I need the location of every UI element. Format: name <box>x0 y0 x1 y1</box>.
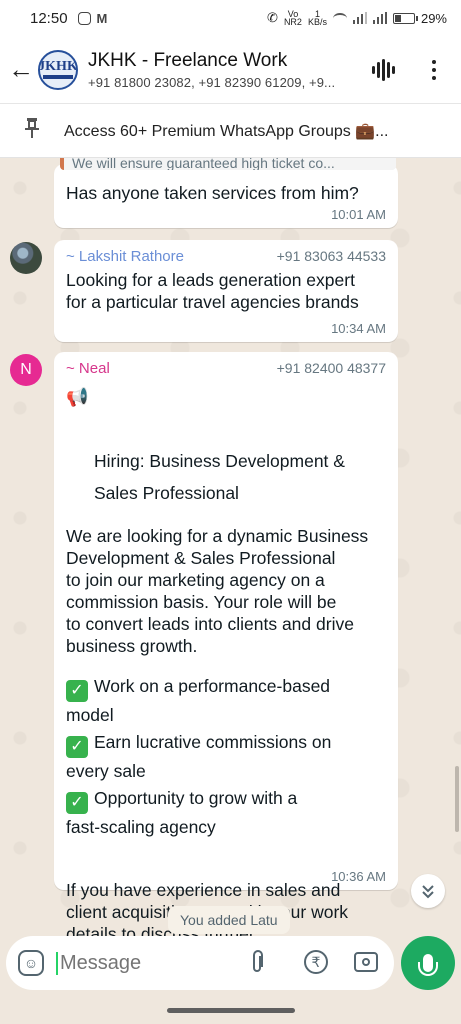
pinned-message-bar[interactable]: Access 60+ Premium WhatsApp Groups 💼... <box>0 104 461 158</box>
point-item: ✓ Earn lucrative commissions on every sal… <box>66 732 332 781</box>
sender-name[interactable]: ~ Lakshit Rathore <box>66 248 184 265</box>
message-input[interactable] <box>56 951 236 975</box>
message-time: 10:36 AM <box>331 869 386 884</box>
sticker-icon[interactable]: ☺ <box>18 950 44 976</box>
call-icon: ✆ <box>267 10 278 25</box>
chat-header: ← JKHK JKHK - Freelance Work +91 81800 2… <box>0 36 461 104</box>
status-right-icons: ✆ Vo NR2 1 KB/s 29% <box>267 9 447 27</box>
sender-phone[interactable]: +91 82400 48377 <box>277 360 386 377</box>
status-time: 12:50 <box>30 9 68 27</box>
network-speed: 1 KB/s <box>307 9 327 27</box>
microphone-icon <box>418 954 438 976</box>
group-title: JKHK - Freelance Work <box>88 49 288 71</box>
sender-row: ~ Lakshit Rathore +91 83063 44533 <box>66 248 386 265</box>
home-gesture-pill[interactable] <box>167 1008 295 1013</box>
check-mark-icon: ✓ <box>66 680 88 702</box>
status-left-icons: M <box>77 10 108 26</box>
check-mark-icon: ✓ <box>66 792 88 814</box>
gmail-icon: M <box>96 10 108 26</box>
battery-icon <box>392 12 418 24</box>
more-options-icon[interactable] <box>424 56 444 84</box>
message-text: Has anyone taken services from him? <box>66 183 359 203</box>
message-bubble[interactable]: ~ Neal +91 82400 48377 📢 Hiring: Busines… <box>54 352 398 936</box>
status-bar: 12:50 M ✆ Vo NR2 1 KB/s 29% <box>0 0 461 36</box>
navigation-bar <box>0 996 461 1024</box>
message-time: 10:34 AM <box>331 321 386 336</box>
message-time: 10:01 AM <box>331 207 386 222</box>
sender-phone[interactable]: +91 83063 44533 <box>277 248 386 265</box>
message-points: ✓ Work on a performance-based model ✓ Earn… <box>66 673 386 841</box>
signal-icon-2 <box>372 12 388 24</box>
chat-header-info[interactable]: JKHK - Freelance Work +91 81800 23082, +… <box>88 50 378 90</box>
group-members: +91 81800 23082, +91 82390 61209, +9... <box>88 74 336 90</box>
scrollbar-thumb[interactable] <box>455 766 459 832</box>
signal-icon <box>352 12 368 24</box>
system-message: You added Latu <box>168 906 290 934</box>
message-intro: We are looking for a dynamic Business De… <box>66 526 369 656</box>
scroll-to-bottom-button[interactable] <box>411 874 445 908</box>
chat-messages-area[interactable]: We will ensure guaranteed high ticket co… <box>0 158 461 936</box>
sender-avatar[interactable] <box>10 242 42 274</box>
pinned-message-text: Access 60+ Premium WhatsApp Groups 💼... <box>64 122 389 140</box>
battery-percent: 29% <box>420 10 447 26</box>
message-heading: 📢 Hiring: Business Development & Sales P… <box>66 381 386 509</box>
back-arrow-icon[interactable]: ← <box>4 53 38 87</box>
sender-row: ~ Neal +91 82400 48377 <box>66 360 386 377</box>
payment-rupee-icon[interactable]: ₹ <box>304 950 328 974</box>
point-item: ✓ Work on a performance-based model <box>66 676 331 725</box>
sender-name[interactable]: ~ Neal <box>66 360 110 377</box>
double-chevron-down-icon <box>422 885 434 899</box>
message-bubble[interactable]: We will ensure guaranteed high ticket co… <box>54 158 398 228</box>
quoted-message[interactable]: We will ensure guaranteed high ticket co… <box>60 158 396 170</box>
voice-record-button[interactable] <box>401 936 455 990</box>
attach-icon[interactable] <box>250 950 264 980</box>
group-avatar[interactable]: JKHK <box>38 49 78 90</box>
camera-icon[interactable] <box>354 952 378 972</box>
volte-indicator: Vo NR2 <box>283 9 302 27</box>
instagram-icon <box>77 11 91 25</box>
message-composer: ☺ ₹ <box>6 936 394 990</box>
wifi-icon <box>332 12 347 24</box>
voice-chat-icon[interactable] <box>372 58 398 82</box>
point-item: ✓ Opportunity to grow with a fast-scaling… <box>66 788 298 837</box>
message-text: Looking for a leads generation expert fo… <box>66 270 359 312</box>
pin-icon <box>24 117 56 145</box>
message-bubble[interactable]: ~ Lakshit Rathore +91 83063 44533 Lookin… <box>54 240 398 342</box>
megaphone-icon: 📢 <box>66 387 89 407</box>
check-mark-icon: ✓ <box>66 736 88 758</box>
sender-avatar[interactable]: N <box>10 354 42 386</box>
